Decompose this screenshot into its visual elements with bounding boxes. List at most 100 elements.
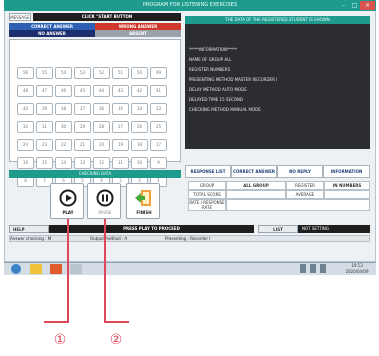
play-button[interactable]: PLAY [50,183,84,219]
seat-button[interactable]: 10 [131,157,148,169]
taskbar-clock-date: 2020/04/09 [345,269,369,274]
pause-label: PAUSE [98,210,112,215]
answer-checking-status: Answer checking : M [10,236,52,241]
minimize-button[interactable]: – [338,1,349,10]
seat-button[interactable]: 21 [74,139,91,151]
play-icon [59,189,77,207]
seat-button[interactable]: 32 [17,121,34,133]
seat-button[interactable]: 47 [36,85,53,97]
seat-button[interactable]: 27 [112,121,129,133]
rate-value [226,199,370,211]
start-button[interactable] [11,264,21,274]
no-answer-legend: NO ANSWER [9,30,95,37]
callout-number-2: ② [109,332,123,348]
app-icon[interactable] [50,264,62,274]
total-score-value [226,190,286,199]
program-icon[interactable] [70,264,82,274]
pause-button[interactable]: PAUSE [87,183,121,219]
callout-line [67,219,69,323]
seat-button[interactable]: 15 [36,157,53,169]
seat-button[interactable]: 37 [74,103,91,115]
callout-line [44,321,69,323]
seat-button[interactable]: 56 [17,67,34,79]
seat-button[interactable]: 17 [150,139,167,151]
seat-button[interactable]: 33 [150,103,167,115]
tab-response-list[interactable]: RESPONSE LIST [185,165,231,178]
seat-button[interactable]: 42 [131,85,148,97]
seat-button[interactable]: 23 [36,139,53,151]
seat-button[interactable]: 46 [55,85,72,97]
group-label: GROUP [188,181,226,190]
seat-button[interactable]: 48 [17,85,34,97]
seat-button[interactable]: 13 [74,157,91,169]
setting-status: NOT SETTING [298,225,370,233]
seat-button[interactable]: 49 [150,67,167,79]
seat-button[interactable]: 11 [112,157,129,169]
wrong-answer-legend: WRONG ANSWER [95,23,181,30]
seat-button[interactable]: 31 [36,121,53,133]
seat-button[interactable]: 45 [74,85,91,97]
seat-button[interactable]: 36 [93,103,110,115]
info-line: CHECKING METHOD MANUAL MODE [189,107,261,112]
seat-button[interactable]: 35 [112,103,129,115]
seat-button[interactable]: 22 [55,139,72,151]
maximize-button[interactable]: □ [349,1,360,10]
total-score-label: TOTAL SCORE [188,190,226,199]
finish-button[interactable]: FINISH [126,183,160,219]
window-title: PROGRAM FOR LISTENING EXERCISES [142,2,238,8]
seat-button[interactable]: 28 [93,121,110,133]
absent-legend: ABSENT [95,30,181,37]
seat-button[interactable]: 24 [17,139,34,151]
seat-button[interactable]: 39 [36,103,53,115]
seat-button[interactable]: 19 [112,139,129,151]
information-heading: THE DATA OF THE REGISTERED STUDENT IS SH… [185,16,370,24]
group-value: ALL GROUP [226,181,286,190]
seat-button[interactable]: 55 [36,67,53,79]
seat-button[interactable]: 52 [93,67,110,79]
message-label: MESSAGE [9,13,31,21]
register-value: IN NUMBERS [324,181,370,190]
seat-button[interactable]: 9 [150,157,167,169]
tab-no-reply[interactable]: NO REPLY [277,165,323,178]
seat-button[interactable]: 30 [55,121,72,133]
finish-label: FINISH [136,210,152,215]
close-button[interactable]: × [360,1,375,10]
seat-button[interactable]: 26 [131,121,148,133]
seat-button[interactable]: 43 [112,85,129,97]
tab-information[interactable]: INFORMATION [323,165,370,178]
info-line: NAME OF GROUP ALL [189,57,232,62]
play-label: PLAY [62,210,74,215]
message-text: CLICK "START BUTTON [33,13,181,21]
seat-button[interactable]: 25 [150,121,167,133]
seat-button[interactable]: 41 [150,85,167,97]
seat-button[interactable]: 34 [131,103,148,115]
seat-button[interactable]: 18 [131,139,148,151]
seat-button[interactable]: 20 [93,139,110,151]
info-line: DELAY METHOD AUTO MODE [189,87,247,92]
seat-button[interactable]: 54 [55,67,72,79]
tab-correct-answer[interactable]: CORRECT ANSWER [231,165,277,178]
callout-number-1: ① [53,332,67,348]
seat-button[interactable]: 44 [93,85,110,97]
output-method-status: Output method : A [90,236,128,241]
checking-data-caption: CHECKING DATA [9,170,181,178]
seat-button[interactable]: 29 [74,121,91,133]
seat-button[interactable]: 38 [55,103,72,115]
seat-button[interactable]: 40 [17,103,34,115]
callout-line [104,219,106,323]
network-icon [300,264,306,273]
volume-icon [310,264,316,273]
help-label: HELP [9,225,49,233]
seat-button[interactable]: 14 [55,157,72,169]
seat-button[interactable]: 53 [74,67,91,79]
seat-button[interactable]: 51 [112,67,129,79]
seat-button[interactable]: 12 [93,157,110,169]
seat-button[interactable]: 50 [131,67,148,79]
rate-label: RATE / RESPONSE RATE [188,199,226,211]
correct-answer-legend: CORRECT ANSWER [9,23,95,30]
pause-icon [96,189,114,207]
seat-button[interactable]: 16 [17,157,34,169]
average-value [324,190,370,199]
average-label: AVERAGE [286,190,324,199]
folder-icon[interactable] [30,264,42,274]
